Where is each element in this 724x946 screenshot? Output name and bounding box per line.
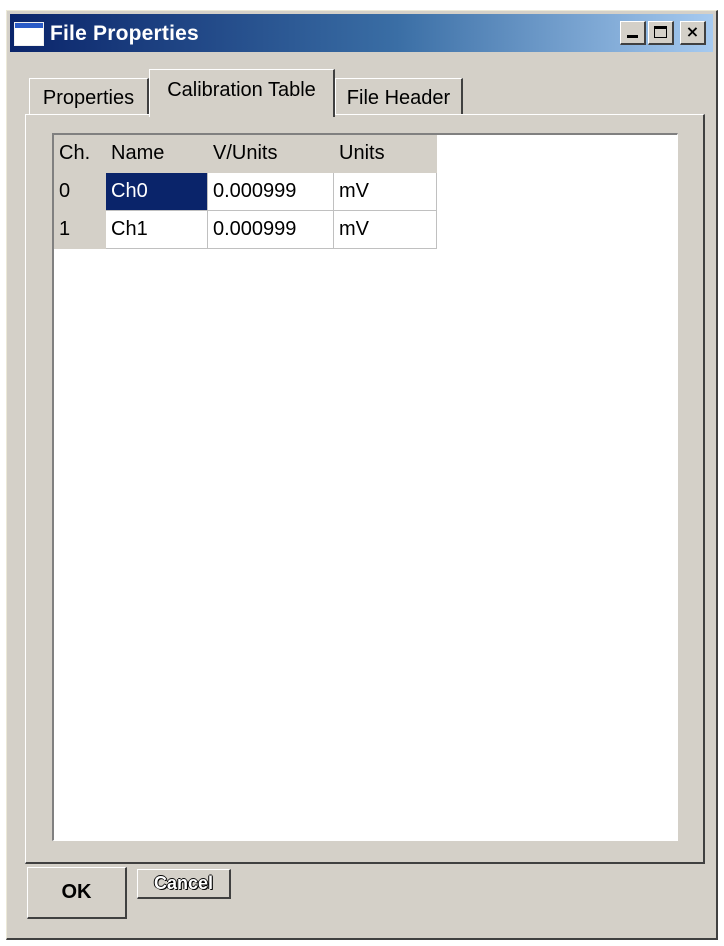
file-properties-dialog: File Properties × Properties Calibration… (6, 10, 718, 940)
column-header-v-units: V/Units (208, 135, 334, 173)
cell-units-0[interactable]: mV (334, 173, 437, 211)
row-header-ch-0: 0 (54, 173, 106, 211)
column-header-ch: Ch. (54, 135, 106, 173)
calibration-grid: Ch. Name V/Units Units 0 Ch0 0.000999 mV… (52, 133, 678, 841)
maximize-icon (654, 26, 667, 38)
maximize-button[interactable] (648, 21, 674, 45)
title-bar[interactable]: File Properties × (10, 14, 713, 52)
row-header-ch-1: 1 (54, 211, 106, 249)
close-button[interactable]: × (680, 21, 706, 45)
tab-panel: Ch. Name V/Units Units 0 Ch0 0.000999 mV… (25, 114, 705, 864)
cell-name-0[interactable]: Ch0 (106, 173, 208, 211)
tab-calibration-table[interactable]: Calibration Table (149, 69, 335, 117)
column-header-units: Units (334, 135, 437, 173)
minimize-button[interactable] (620, 21, 646, 45)
ok-button[interactable]: OK (27, 867, 127, 919)
cancel-button[interactable]: Cancel (137, 869, 231, 899)
tab-file-header[interactable]: File Header (335, 78, 463, 116)
cell-name-1[interactable]: Ch1 (106, 211, 208, 249)
cell-v-units-0[interactable]: 0.000999 (208, 173, 334, 211)
column-header-name: Name (106, 135, 208, 173)
cell-units-1[interactable]: mV (334, 211, 437, 249)
tab-properties[interactable]: Properties (29, 78, 149, 116)
window-icon (14, 22, 44, 46)
close-icon: × (685, 22, 700, 41)
minimize-icon (627, 35, 638, 38)
cell-v-units-1[interactable]: 0.000999 (208, 211, 334, 249)
window-title: File Properties (50, 22, 199, 45)
